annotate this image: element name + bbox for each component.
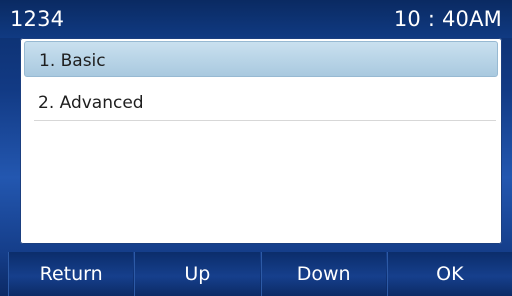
menu-item-label: 1. Basic — [39, 51, 106, 71]
down-softkey[interactable]: Down — [260, 252, 386, 296]
menu-item-advanced[interactable]: 2. Advanced — [24, 84, 498, 120]
softkey-bar: Return Up Down OK — [8, 252, 512, 296]
return-softkey[interactable]: Return — [8, 252, 134, 296]
menu-panel: 1. Basic 2. Advanced — [20, 38, 502, 244]
ok-softkey[interactable]: OK — [386, 252, 512, 296]
account-label: 1234 — [10, 7, 65, 31]
menu-item-basic[interactable]: 1. Basic — [24, 41, 498, 77]
menu-divider — [34, 120, 496, 121]
up-softkey[interactable]: Up — [134, 252, 260, 296]
clock: 10 : 40AM — [393, 7, 502, 31]
menu-item-label: 2. Advanced — [38, 93, 144, 113]
status-bar: 1234 10 : 40AM — [0, 0, 512, 38]
phone-screen: 1234 10 : 40AM 1. Basic 2. Advanced Retu… — [0, 0, 512, 296]
